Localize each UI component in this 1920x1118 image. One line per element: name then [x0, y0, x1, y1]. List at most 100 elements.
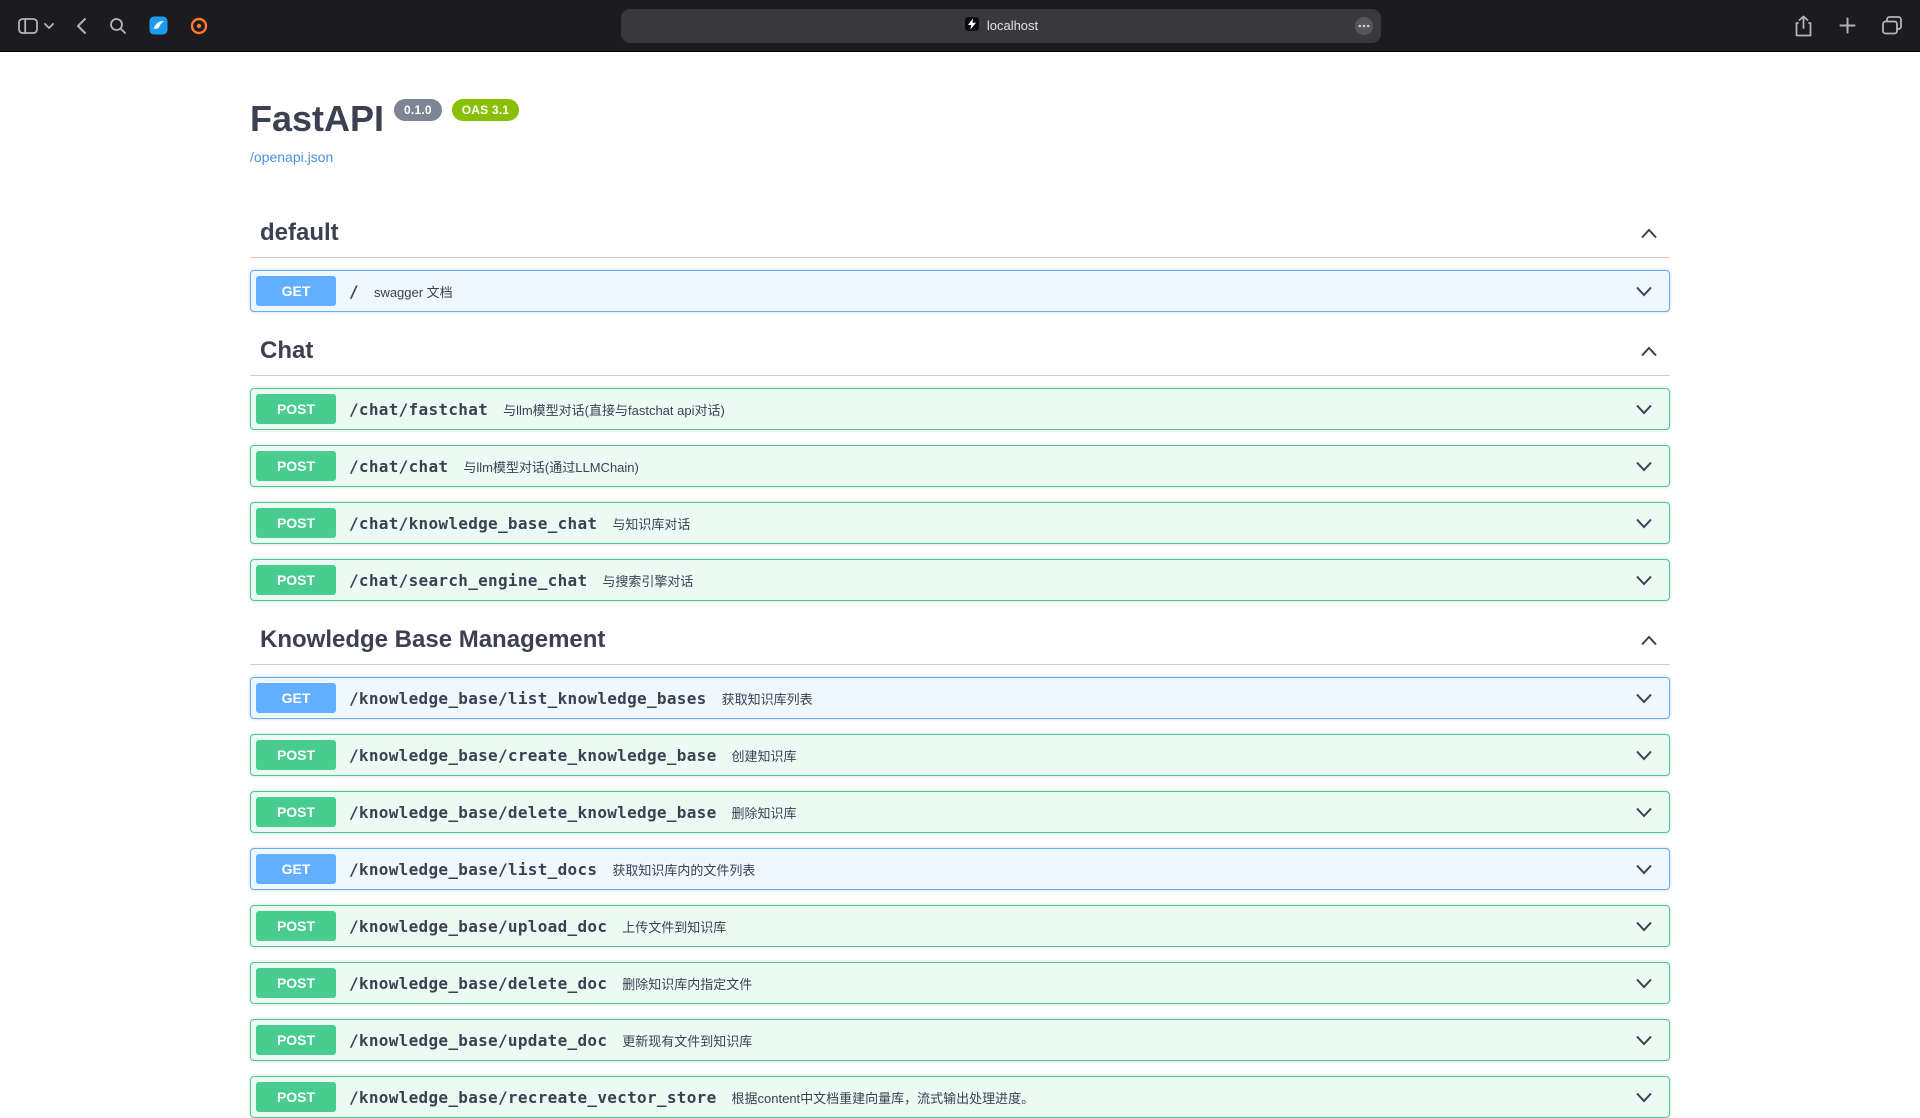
method-badge: POST [256, 451, 336, 481]
more-options-icon[interactable] [1354, 16, 1374, 39]
expand-operation-icon[interactable] [1635, 404, 1653, 415]
chevron-down-icon[interactable] [44, 23, 54, 29]
operations: GET /knowledge_base/list_knowledge_bases… [250, 665, 1670, 1118]
operation-summary: 根据content中文档重建向量库，流式输出处理进度。 [732, 1088, 1035, 1107]
operation-summary: swagger 文档 [374, 282, 453, 301]
collapse-section-icon[interactable] [1640, 228, 1658, 239]
operation-summary: 删除知识库 [732, 803, 797, 822]
operation-path: /knowledge_base/recreate_vector_store [349, 1088, 717, 1107]
operation-summary: 与知识库对话 [612, 514, 690, 533]
method-badge: POST [256, 740, 336, 770]
expand-operation-icon[interactable] [1635, 978, 1653, 989]
tab-overview-icon[interactable] [1882, 16, 1902, 35]
swagger-page: FastAPI 0.1.0 OAS 3.1 /openapi.json defa… [0, 52, 1920, 1118]
section-title: Chat [260, 337, 1640, 365]
operation-row[interactable]: POST /knowledge_base/recreate_vector_sto… [250, 1076, 1670, 1118]
operations: GET / swagger 文档 [250, 258, 1670, 312]
sections: default GET / swagger 文档 Chat POST /chat… [250, 209, 1670, 1118]
operation-path: /knowledge_base/delete_doc [349, 974, 607, 993]
operation-summary: 更新现有文件到知识库 [622, 1031, 752, 1050]
expand-operation-icon[interactable] [1635, 518, 1653, 529]
operation-row[interactable]: POST /knowledge_base/create_knowledge_ba… [250, 734, 1670, 776]
operation-path: /chat/knowledge_base_chat [349, 514, 597, 533]
section-title: Knowledge Base Management [260, 626, 1640, 654]
api-tag-section: Knowledge Base Management GET /knowledge… [250, 616, 1670, 1118]
method-badge: POST [256, 394, 336, 424]
operation-row[interactable]: POST /chat/knowledge_base_chat 与知识库对话 [250, 502, 1670, 544]
operation-path: /chat/fastchat [349, 400, 488, 419]
operation-row[interactable]: POST /chat/fastchat 与llm模型对话(直接与fastchat… [250, 388, 1670, 430]
expand-operation-icon[interactable] [1635, 1035, 1653, 1046]
openapi-spec-link[interactable]: /openapi.json [250, 149, 333, 165]
expand-operation-icon[interactable] [1635, 864, 1653, 875]
back-icon[interactable] [76, 17, 87, 35]
operation-path: /knowledge_base/update_doc [349, 1031, 607, 1050]
api-tag-section: Chat POST /chat/fastchat 与llm模型对话(直接与fas… [250, 327, 1670, 601]
method-badge: GET [256, 276, 336, 306]
operation-row[interactable]: POST /knowledge_base/update_doc 更新现有文件到知… [250, 1019, 1670, 1061]
method-badge: POST [256, 508, 336, 538]
operation-path: /knowledge_base/upload_doc [349, 917, 607, 936]
method-badge: GET [256, 683, 336, 713]
operation-summary: 与llm模型对话(直接与fastchat api对话) [503, 400, 725, 419]
collapse-section-icon[interactable] [1640, 346, 1658, 357]
version-badge: 0.1.0 [394, 99, 442, 121]
operation-row[interactable]: POST /knowledge_base/delete_doc 删除知识库内指定… [250, 962, 1670, 1004]
operation-summary: 获取知识库列表 [722, 689, 813, 708]
collapse-section-icon[interactable] [1640, 635, 1658, 646]
operation-row[interactable]: GET /knowledge_base/list_docs 获取知识库内的文件列… [250, 848, 1670, 890]
operation-summary: 创建知识库 [732, 746, 797, 765]
method-badge: POST [256, 797, 336, 827]
section-header[interactable]: default [250, 209, 1670, 258]
extension-orange-icon[interactable] [190, 17, 208, 35]
operation-row[interactable]: POST /knowledge_base/upload_doc 上传文件到知识库 [250, 905, 1670, 947]
operation-path: /knowledge_base/delete_knowledge_base [349, 803, 717, 822]
method-badge: POST [256, 565, 336, 595]
address-bar[interactable]: localhost [621, 9, 1381, 43]
expand-operation-icon[interactable] [1635, 693, 1653, 704]
operations: POST /chat/fastchat 与llm模型对话(直接与fastchat… [250, 376, 1670, 601]
section-header[interactable]: Knowledge Base Management [250, 616, 1670, 665]
new-tab-icon[interactable] [1839, 17, 1856, 34]
search-icon[interactable] [109, 17, 127, 35]
oas-badge: OAS 3.1 [452, 99, 519, 121]
address-bar-url: localhost [987, 18, 1038, 33]
expand-operation-icon[interactable] [1635, 921, 1653, 932]
share-icon[interactable] [1794, 15, 1813, 37]
operation-path: /knowledge_base/list_knowledge_bases [349, 689, 707, 708]
expand-operation-icon[interactable] [1635, 575, 1653, 586]
extension-blue-icon[interactable] [149, 16, 168, 35]
api-tag-section: default GET / swagger 文档 [250, 209, 1670, 312]
operation-summary: 上传文件到知识库 [622, 917, 726, 936]
operation-path: /knowledge_base/list_docs [349, 860, 597, 879]
expand-operation-icon[interactable] [1635, 807, 1653, 818]
operation-path: /chat/chat [349, 457, 448, 476]
operation-summary: 与搜索引擎对话 [602, 571, 693, 590]
expand-operation-icon[interactable] [1635, 286, 1653, 297]
expand-operation-icon[interactable] [1635, 750, 1653, 761]
operation-row[interactable]: POST /chat/chat 与llm模型对话(通过LLMChain) [250, 445, 1670, 487]
method-badge: POST [256, 968, 336, 998]
operation-path: /chat/search_engine_chat [349, 571, 587, 590]
expand-operation-icon[interactable] [1635, 461, 1653, 472]
method-badge: GET [256, 854, 336, 884]
operation-row[interactable]: POST /knowledge_base/delete_knowledge_ba… [250, 791, 1670, 833]
api-title: FastAPI 0.1.0 OAS 3.1 [250, 98, 1670, 140]
method-badge: POST [256, 1082, 336, 1112]
method-badge: POST [256, 1025, 336, 1055]
method-badge: POST [256, 911, 336, 941]
sidebar-toggle-icon[interactable] [18, 18, 38, 34]
operation-path: / [349, 282, 359, 301]
section-title: default [260, 219, 1640, 247]
operation-path: /knowledge_base/create_knowledge_base [349, 746, 717, 765]
operation-summary: 与llm模型对话(通过LLMChain) [463, 457, 639, 476]
browser-toolbar: localhost [0, 0, 1920, 52]
operation-summary: 获取知识库内的文件列表 [612, 860, 755, 879]
operation-row[interactable]: POST /chat/search_engine_chat 与搜索引擎对话 [250, 559, 1670, 601]
section-header[interactable]: Chat [250, 327, 1670, 376]
operation-row[interactable]: GET / swagger 文档 [250, 270, 1670, 312]
expand-operation-icon[interactable] [1635, 1092, 1653, 1103]
operation-summary: 删除知识库内指定文件 [622, 974, 752, 993]
api-title-text: FastAPI [250, 98, 384, 140]
operation-row[interactable]: GET /knowledge_base/list_knowledge_bases… [250, 677, 1670, 719]
